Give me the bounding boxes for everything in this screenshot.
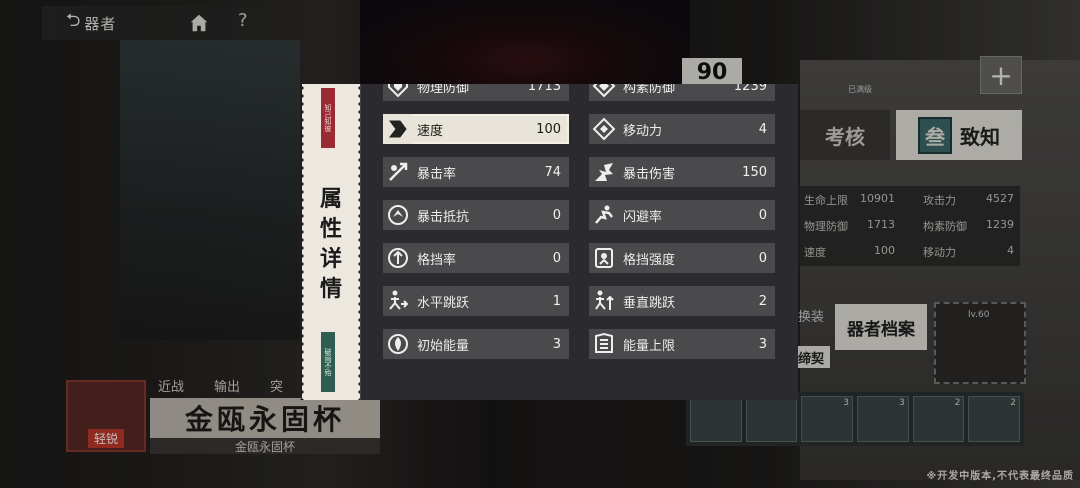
stat-value: 0 <box>758 207 767 223</box>
stat-name: 闪避率 <box>623 209 663 225</box>
stat-name: 水平跳跃 <box>417 295 470 311</box>
stat-row[interactable]: 暴击伤害 150 <box>589 157 775 187</box>
stat-value: 150 <box>742 164 767 180</box>
stat-row[interactable]: 能量上限 3 <box>589 329 775 359</box>
stat-name: 暴击伤害 <box>623 166 676 182</box>
stat-name: 垂直跳跃 <box>623 295 676 311</box>
stat-value: 1713 <box>527 84 561 94</box>
stat-row[interactable]: 格挡率 0 <box>383 243 569 273</box>
block-rate-icon <box>383 243 413 273</box>
stat-value: 0 <box>552 250 561 266</box>
stat-value: 4 <box>758 121 767 137</box>
stat-name: 构素防御 <box>623 84 676 96</box>
stat-row[interactable]: 物理防御 1713 <box>383 84 569 101</box>
modal-ribbon: 知己知彼 属性详情 破局不殆 <box>300 84 362 400</box>
shield-icon <box>383 84 413 101</box>
stat-row[interactable]: 速度 100 <box>383 114 569 144</box>
vertical-jump-icon <box>589 286 619 316</box>
block-strength-icon <box>589 243 619 273</box>
stat-name: 暴击抵抗 <box>417 209 470 225</box>
stat-value: 0 <box>758 250 767 266</box>
construct-shield-icon <box>589 84 619 101</box>
crit-rate-icon <box>383 157 413 187</box>
dodge-icon <box>589 200 619 230</box>
stat-row[interactable]: 暴击率 74 <box>383 157 569 187</box>
stat-row[interactable]: 格挡强度 0 <box>589 243 775 273</box>
stat-value: 2 <box>758 293 767 309</box>
initial-energy-icon <box>383 329 413 359</box>
stat-row[interactable]: 构素防御 1239 <box>589 84 775 101</box>
stat-name: 能量上限 <box>623 338 676 354</box>
stat-name: 格挡率 <box>417 252 457 268</box>
stat-value: 0 <box>552 207 561 223</box>
stat-row[interactable]: 初始能量 3 <box>383 329 569 359</box>
stamp-edge <box>300 84 304 400</box>
ribbon-tag-top: 知己知彼 <box>321 88 335 148</box>
attribute-details-modal: 知己知彼 属性详情 破局不殆 物理防御 1713 构素防御 1239 速度 100 移动力 4… <box>300 84 798 400</box>
stat-row[interactable]: 垂直跳跃 2 <box>589 286 775 316</box>
stat-value: 3 <box>552 336 561 352</box>
stat-name: 暴击率 <box>417 166 457 182</box>
stat-name: 初始能量 <box>417 338 470 354</box>
stat-value: 1239 <box>733 84 767 94</box>
stat-name: 速度 <box>417 123 444 139</box>
horizontal-jump-icon <box>383 286 413 316</box>
ribbon-tag-bottom: 破局不殆 <box>321 332 335 392</box>
crit-damage-icon <box>589 157 619 187</box>
energy-cap-icon <box>589 329 619 359</box>
stat-row[interactable]: 水平跳跃 1 <box>383 286 569 316</box>
stat-value: 1 <box>552 293 561 309</box>
stat-value: 74 <box>544 164 561 180</box>
stat-name: 移动力 <box>623 123 663 139</box>
stat-row[interactable]: 暴击抵抗 0 <box>383 200 569 230</box>
stat-value: 3 <box>758 336 767 352</box>
move-icon <box>589 114 619 144</box>
stat-value: 100 <box>536 121 561 137</box>
stats-panel[interactable]: 物理防御 1713 构素防御 1239 速度 100 移动力 4 暴击率 74 暴击伤害 150 暴击抵… <box>360 84 798 400</box>
stat-name: 格挡强度 <box>623 252 676 268</box>
speed-icon <box>383 114 413 144</box>
modal-title: 属性详情 <box>319 186 342 302</box>
stat-row[interactable]: 闪避率 0 <box>589 200 775 230</box>
crit-resist-icon <box>383 200 413 230</box>
stat-name: 物理防御 <box>417 84 470 96</box>
stats-grid: 物理防御 1713 构素防御 1239 速度 100 移动力 4 暴击率 74 暴击伤害 150 暴击抵… <box>383 84 775 359</box>
stat-row[interactable]: 移动力 4 <box>589 114 775 144</box>
